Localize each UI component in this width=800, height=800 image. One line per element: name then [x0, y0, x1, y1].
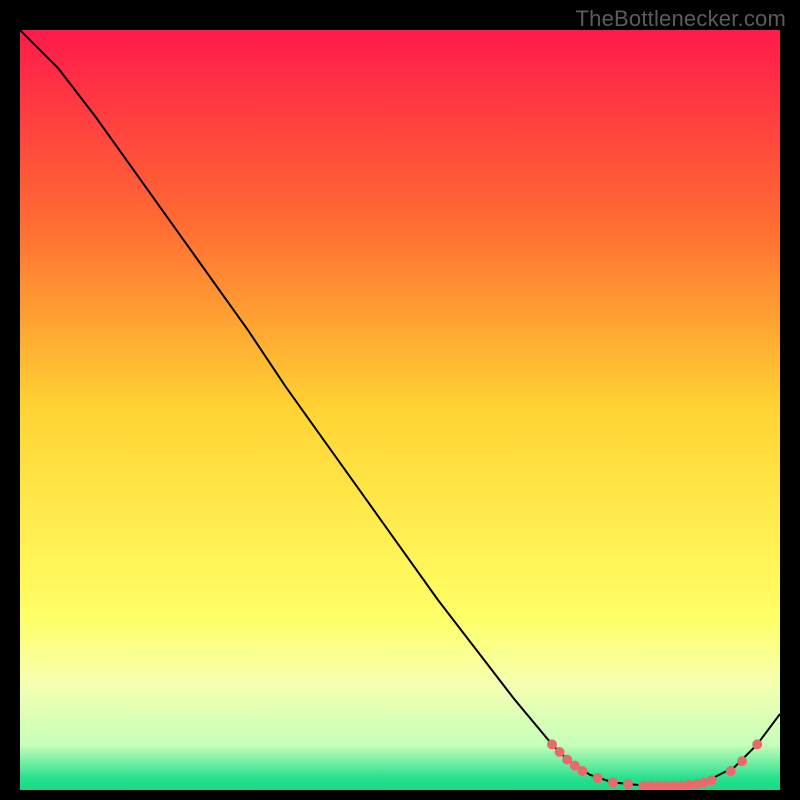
- plot-svg: [20, 30, 780, 790]
- plot-area: [20, 30, 780, 790]
- point-highlight-points: [555, 747, 565, 757]
- chart-frame: TheBottlenecker.com: [0, 0, 800, 800]
- point-highlight-points: [707, 775, 717, 785]
- point-highlight-points: [547, 739, 557, 749]
- point-highlight-points: [608, 777, 618, 787]
- point-highlight-points: [752, 739, 762, 749]
- plot-background: [20, 30, 780, 790]
- point-highlight-points: [577, 766, 587, 776]
- point-highlight-points: [726, 766, 736, 776]
- watermark-label: TheBottlenecker.com: [576, 6, 786, 32]
- point-highlight-points: [623, 779, 633, 789]
- point-highlight-points: [593, 773, 603, 783]
- point-highlight-points: [737, 756, 747, 766]
